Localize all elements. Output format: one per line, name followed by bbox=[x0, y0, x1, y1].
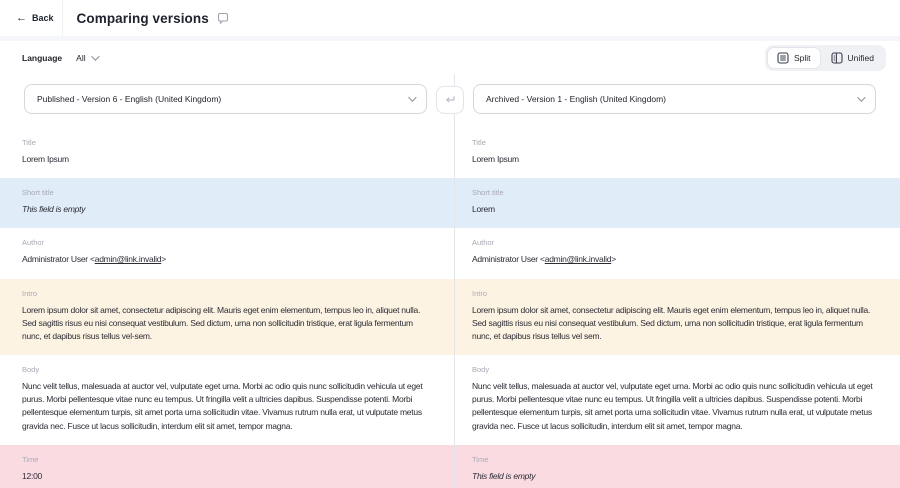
field-value: Lorem bbox=[472, 203, 876, 216]
unified-view-label: Unified bbox=[848, 53, 874, 63]
column-divider bbox=[454, 74, 455, 488]
field-row-time: Time 12:00 Time This field is empty bbox=[0, 445, 900, 488]
back-label: Back bbox=[32, 13, 54, 23]
field-value: Nunc velit tellus, malesuada at auctor v… bbox=[472, 380, 876, 433]
version-selectors-row: Published - Version 6 - English (United … bbox=[0, 74, 900, 128]
author-email-link[interactable]: admin@link.invalid bbox=[95, 254, 162, 264]
author-name: Administrator User < bbox=[472, 254, 545, 264]
swap-versions-icon bbox=[444, 92, 456, 107]
field-label: Author bbox=[22, 238, 426, 247]
left-version-value: Published - Version 6 - English (United … bbox=[37, 94, 221, 104]
field-cell-right: Title Lorem Ipsum bbox=[450, 128, 900, 178]
language-value: All bbox=[76, 53, 85, 63]
author-name: Administrator User < bbox=[22, 254, 95, 264]
split-view-icon bbox=[777, 52, 789, 64]
split-view-button[interactable]: Split bbox=[768, 48, 820, 68]
right-version-dropdown[interactable]: Archived - Version 1 - English (United K… bbox=[473, 84, 876, 114]
field-label: Body bbox=[22, 365, 426, 374]
field-row-title: Title Lorem Ipsum Title Lorem Ipsum bbox=[0, 128, 900, 178]
field-label: Time bbox=[22, 455, 426, 464]
right-version-value: Archived - Version 1 - English (United K… bbox=[486, 94, 666, 104]
field-label: Title bbox=[22, 138, 426, 147]
back-button[interactable]: ← Back bbox=[14, 0, 62, 36]
field-value: 12:00 bbox=[22, 470, 426, 483]
field-label: Author bbox=[472, 238, 876, 247]
left-version-dropdown[interactable]: Published - Version 6 - English (United … bbox=[24, 84, 427, 114]
field-cell-left: Time 12:00 bbox=[0, 445, 450, 488]
field-label: Body bbox=[472, 365, 876, 374]
swap-versions-button[interactable] bbox=[436, 86, 464, 114]
field-value: Lorem Ipsum bbox=[472, 153, 876, 166]
field-value: Lorem ipsum dolor sit amet, consectetur … bbox=[22, 304, 426, 344]
field-value-empty: This field is empty bbox=[22, 203, 426, 216]
field-label: Intro bbox=[22, 289, 426, 298]
field-row-author: Author Administrator User <admin@link.in… bbox=[0, 228, 900, 278]
field-value: Lorem ipsum dolor sit amet, consectetur … bbox=[472, 304, 876, 344]
field-cell-right: Author Administrator User <admin@link.in… bbox=[450, 228, 900, 278]
view-toggle-group: Split Unified bbox=[765, 45, 886, 71]
field-label: Short title bbox=[22, 188, 426, 197]
comment-icon bbox=[217, 12, 229, 24]
chevron-down-icon bbox=[91, 52, 99, 60]
field-value: Administrator User <admin@link.invalid> bbox=[22, 253, 426, 266]
compare-area: Published - Version 6 - English (United … bbox=[0, 74, 900, 488]
author-suffix: > bbox=[611, 254, 616, 264]
back-arrow-icon: ← bbox=[16, 13, 27, 24]
author-suffix: > bbox=[161, 254, 166, 264]
unified-view-button[interactable]: Unified bbox=[822, 48, 883, 68]
field-value: Administrator User <admin@link.invalid> bbox=[472, 253, 876, 266]
field-cell-right: Time This field is empty bbox=[450, 445, 900, 488]
language-label: Language bbox=[22, 53, 62, 63]
field-value-empty: This field is empty bbox=[472, 470, 876, 483]
field-row-body: Body Nunc velit tellus, malesuada at auc… bbox=[0, 355, 900, 445]
unified-view-icon bbox=[831, 52, 843, 64]
chevron-down-icon bbox=[857, 93, 865, 101]
field-cell-left: Short title This field is empty bbox=[0, 178, 450, 228]
field-cell-right: Body Nunc velit tellus, malesuada at auc… bbox=[450, 355, 900, 445]
field-cell-left: Body Nunc velit tellus, malesuada at auc… bbox=[0, 355, 450, 445]
field-cell-right: Short title Lorem bbox=[450, 178, 900, 228]
page-title: Comparing versions bbox=[77, 11, 209, 26]
split-view-label: Split bbox=[794, 53, 811, 63]
header-divider bbox=[62, 0, 63, 36]
toolbar: Language All Split Unifie bbox=[0, 41, 900, 74]
field-cell-left: Title Lorem Ipsum bbox=[0, 128, 450, 178]
field-row-short-title: Short title This field is empty Short ti… bbox=[0, 178, 900, 228]
field-cell-right: Intro Lorem ipsum dolor sit amet, consec… bbox=[450, 279, 900, 356]
field-value: Lorem Ipsum bbox=[22, 153, 426, 166]
chevron-down-icon bbox=[408, 93, 416, 101]
field-cell-left: Intro Lorem ipsum dolor sit amet, consec… bbox=[0, 279, 450, 356]
language-filter: Language All bbox=[22, 53, 97, 63]
field-row-intro: Intro Lorem ipsum dolor sit amet, consec… bbox=[0, 279, 900, 356]
field-label: Time bbox=[472, 455, 876, 464]
author-email-link[interactable]: admin@link.invalid bbox=[545, 254, 612, 264]
header: ← Back Comparing versions bbox=[0, 0, 900, 36]
field-label: Intro bbox=[472, 289, 876, 298]
field-label: Title bbox=[472, 138, 876, 147]
field-value: Nunc velit tellus, malesuada at auctor v… bbox=[22, 380, 426, 433]
field-cell-left: Author Administrator User <admin@link.in… bbox=[0, 228, 450, 278]
field-label: Short title bbox=[472, 188, 876, 197]
language-dropdown[interactable]: All bbox=[76, 53, 96, 63]
